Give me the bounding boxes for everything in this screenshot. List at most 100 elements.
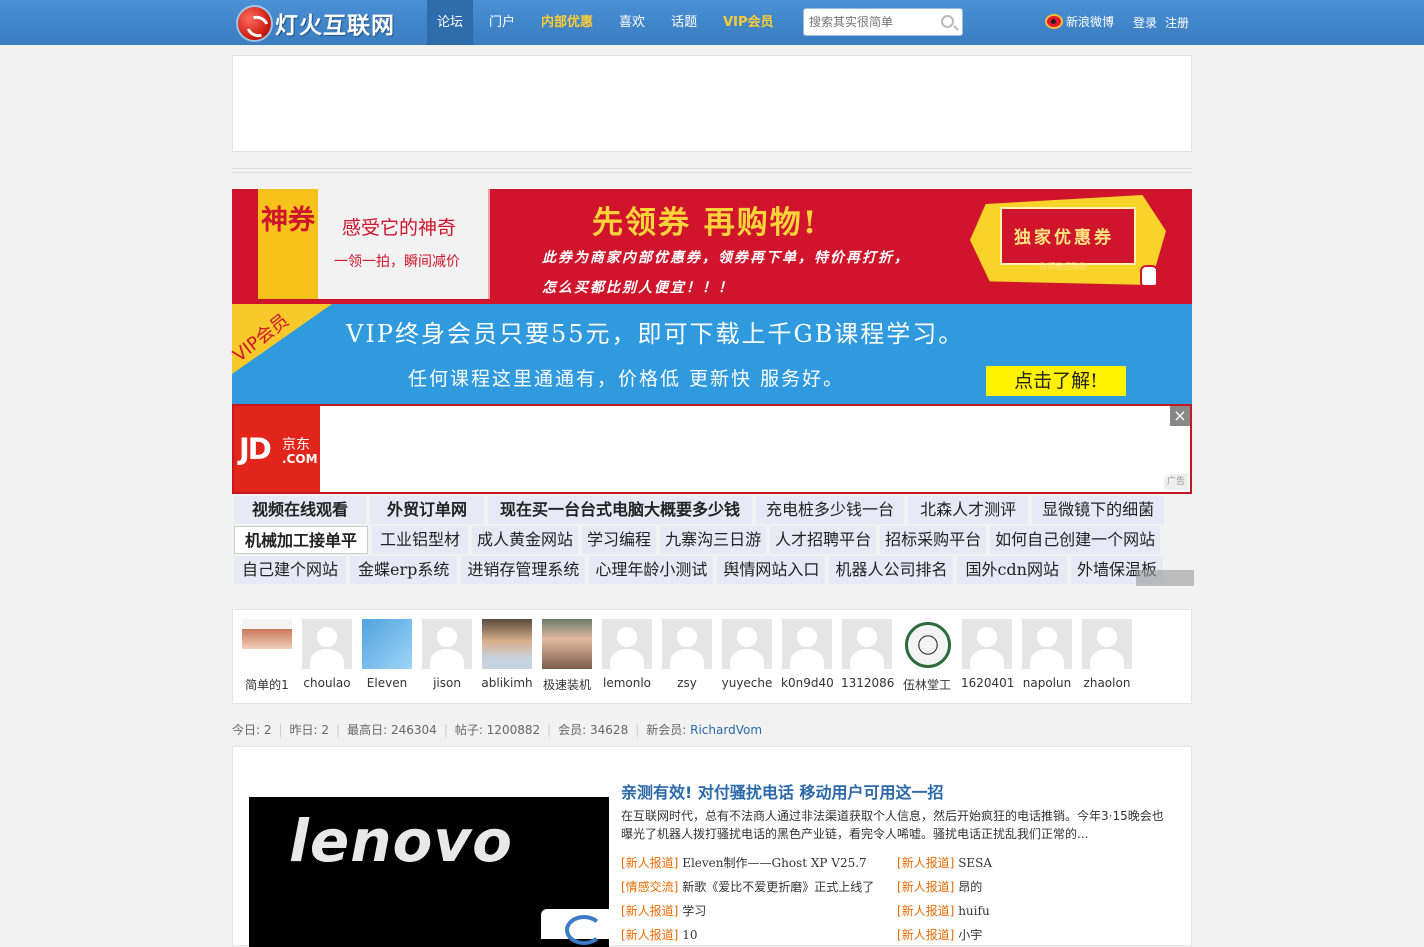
post-tag[interactable]: [新人报道] xyxy=(897,928,954,942)
jd-ad-banner[interactable]: JD 京东 .COM × 广告 xyxy=(232,404,1192,494)
keyword-link[interactable]: 外贸订单网 xyxy=(370,496,485,524)
member-name: zhaolon xyxy=(1083,676,1131,690)
close-icon[interactable]: × xyxy=(1170,406,1190,426)
vip-learn-more-button[interactable]: 点击了解! xyxy=(986,366,1126,396)
member-item[interactable]: 1620401 xyxy=(961,619,1014,690)
list-item[interactable]: [情感交流] 新歌《爱比不爱更折磨》正式上线了 xyxy=(621,878,874,895)
featured-headline[interactable]: 亲测有效! 对付骚扰电话 移动用户可用这一招 xyxy=(621,779,943,803)
keyword-link[interactable]: 进销存管理系统 xyxy=(461,556,586,584)
list-item[interactable]: [新人报道] 昂的 xyxy=(897,878,982,895)
stat-newmember-label: 新会员: xyxy=(646,723,691,737)
member-item[interactable]: Eleven xyxy=(361,619,413,690)
member-item[interactable]: zhaolon xyxy=(1081,619,1133,690)
keyword-link[interactable]: 舆情网站入口 xyxy=(717,556,826,584)
avatar xyxy=(362,619,412,669)
post-tag[interactable]: [新人报道] xyxy=(897,904,954,918)
post-title[interactable]: huifu xyxy=(958,904,989,918)
member-name: 1312086 xyxy=(841,676,895,690)
member-name: jison xyxy=(433,676,461,690)
keyword-link[interactable]: 人才招聘平台 xyxy=(770,526,877,554)
post-tag[interactable]: [新人报道] xyxy=(621,856,678,870)
stat-members: 会员: 34628 xyxy=(558,723,629,737)
keyword-link[interactable]: 工业铝型材 xyxy=(372,526,469,554)
post-tag[interactable]: [情感交流] xyxy=(621,880,678,894)
keyword-link[interactable]: 招标采购平台 xyxy=(880,526,987,554)
list-item[interactable]: [新人报道] Eleven制作——Ghost XP V25.7 xyxy=(621,854,867,871)
stat-max: 最高日: 246304 xyxy=(347,723,437,737)
keyword-link[interactable]: 九寨沟三日游 xyxy=(660,526,767,554)
register-link[interactable]: 注册 xyxy=(1165,16,1189,30)
post-title[interactable]: Eleven制作——Ghost XP V25.7 xyxy=(682,856,866,870)
member-item[interactable]: 极速装机 xyxy=(541,619,593,693)
new-member-link[interactable]: RichardVom xyxy=(690,723,762,737)
nav-item-forum[interactable]: 论坛 xyxy=(427,0,474,45)
weibo-link[interactable]: 新浪微博 xyxy=(1045,13,1114,30)
member-item[interactable]: k0n9d40 xyxy=(781,619,834,690)
keyword-link[interactable]: 现在买一台台式电脑大概要多少钱 xyxy=(488,496,753,524)
post-tag[interactable]: [新人报道] xyxy=(897,880,954,894)
avatar xyxy=(542,619,592,669)
member-item[interactable]: yuyeche xyxy=(721,619,773,690)
keyword-link[interactable]: 北森人才测评 xyxy=(908,496,1029,524)
keyword-link[interactable]: 学习编程 xyxy=(582,526,657,554)
list-item[interactable]: [新人报道] 10 xyxy=(621,926,697,943)
keyword-link[interactable]: 机器人公司排名 xyxy=(829,556,954,584)
vip-banner[interactable]: VIP会员 VIP终身会员只要55元，即可下载上千GB课程学习。 任何课程这里通… xyxy=(229,304,1192,404)
post-tag[interactable]: [新人报道] xyxy=(621,928,678,942)
keyword-link[interactable]: 心理年龄小测试 xyxy=(589,556,714,584)
nav-item-like[interactable]: 喜欢 xyxy=(609,0,655,45)
nav-item-topic[interactable]: 话题 xyxy=(661,0,707,45)
jd-logo: JD 京东 .COM xyxy=(234,406,320,492)
nav-item-vip[interactable]: VIP会员 xyxy=(713,0,783,45)
post-title[interactable]: SESA xyxy=(958,856,992,870)
nav-item-discount[interactable]: 内部优惠 xyxy=(531,0,603,45)
featured-image[interactable]: lenovo xyxy=(249,797,611,947)
member-item[interactable]: lemonlo xyxy=(601,619,653,690)
post-tag[interactable]: [新人报道] xyxy=(897,856,954,870)
list-item[interactable]: [新人报道] huifu xyxy=(897,902,990,919)
keyword-link[interactable]: 充电桩多少钱一台 xyxy=(756,496,905,524)
member-name: choulao xyxy=(303,676,351,690)
keyword-link[interactable]: 显微镜下的细菌 xyxy=(1032,496,1165,524)
avatar xyxy=(902,619,952,669)
member-name: ablikimh xyxy=(481,676,533,690)
list-item[interactable]: [新人报道] 小宇 xyxy=(897,926,982,943)
featured-image-text: lenovo xyxy=(289,807,514,875)
post-title[interactable]: 小宇 xyxy=(958,928,982,942)
member-item[interactable]: napolun xyxy=(1021,619,1073,690)
post-title[interactable]: 昂的 xyxy=(958,880,982,894)
coupon-banner[interactable]: 神券 感受它的神奇 一领一拍，瞬间减价 先领券 再购物! 此券为商家内部优惠券，… xyxy=(232,189,1192,304)
search-icon[interactable] xyxy=(941,15,954,28)
member-item[interactable]: choulao xyxy=(301,619,353,690)
member-name: k0n9d40 xyxy=(781,676,834,690)
member-item[interactable]: ablikimh xyxy=(481,619,533,690)
keyword-link[interactable]: 成人黄金网站 xyxy=(472,526,579,554)
post-title[interactable]: 新歌《爱比不爱更折磨》正式上线了 xyxy=(682,880,874,894)
search-input[interactable] xyxy=(804,9,934,35)
site-logo[interactable]: 灯火互联网 xyxy=(238,5,395,41)
member-item[interactable]: 伍林堂工 xyxy=(901,619,953,693)
windows-logo-icon xyxy=(541,909,611,945)
member-name: 极速装机 xyxy=(542,678,591,692)
list-item[interactable]: [新人报道] SESA xyxy=(897,854,992,871)
keyword-link[interactable]: 自己建个网站 xyxy=(234,556,347,584)
login-link[interactable]: 登录 xyxy=(1133,16,1157,30)
list-item[interactable]: [新人报道] 学习 xyxy=(621,902,706,919)
avatar xyxy=(782,619,832,669)
post-title[interactable]: 10 xyxy=(682,928,697,942)
member-name: 伍林堂工 xyxy=(902,678,951,692)
keyword-link[interactable]: 机械加工接单平 xyxy=(234,526,369,554)
member-item[interactable]: 简单的1 xyxy=(241,619,293,693)
member-name: napolun xyxy=(1022,676,1072,690)
member-item[interactable]: jison xyxy=(421,619,473,690)
post-tag[interactable]: [新人报道] xyxy=(621,904,678,918)
keyword-link[interactable]: 国外cdn网站 xyxy=(957,556,1067,584)
keyword-link[interactable]: 视频在线观看 xyxy=(234,496,367,524)
member-item[interactable]: zsy xyxy=(661,619,713,690)
post-title[interactable]: 学习 xyxy=(682,904,706,918)
keyword-link[interactable]: 金蝶erp系统 xyxy=(350,556,458,584)
nav-item-portal[interactable]: 门户 xyxy=(479,0,525,45)
member-item[interactable]: 1312086 xyxy=(841,619,895,690)
coupon-sublabel: 先领券后购物 xyxy=(1039,262,1087,271)
keyword-link[interactable]: 如何自己创建一个网站 xyxy=(990,526,1161,554)
